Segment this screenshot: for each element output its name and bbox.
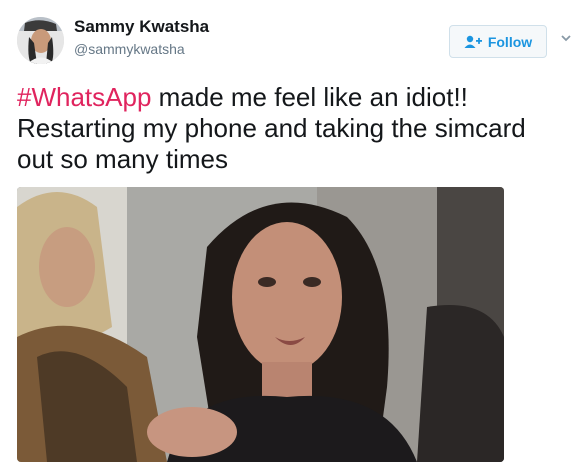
meme-photo [17,187,504,462]
tweet-line-2: Restarting my phone and taking the simca… [17,113,526,143]
avatar[interactable] [17,17,64,64]
tweet-card: Sammy Kwatsha @sammykwatsha Follow #What… [0,0,573,464]
tweet-photo[interactable] [17,187,504,462]
tweet-line-1: #WhatsApp made me feel like an idiot!! [17,82,562,113]
user-handle[interactable]: @sammykwatsha [74,41,185,57]
tweet-line-1-text: made me feel like an idiot!! [151,82,468,112]
follow-button-label: Follow [487,33,533,50]
add-user-icon [464,35,482,49]
tweet-text: #WhatsApp made me feel like an idiot!! R… [17,82,562,175]
hashtag-link[interactable]: #WhatsApp [17,82,151,112]
chevron-down-icon[interactable] [560,31,572,43]
tweet-line-3: out so many times [17,144,228,174]
display-name[interactable]: Sammy Kwatsha [74,17,209,37]
follow-button[interactable]: Follow [449,25,547,58]
